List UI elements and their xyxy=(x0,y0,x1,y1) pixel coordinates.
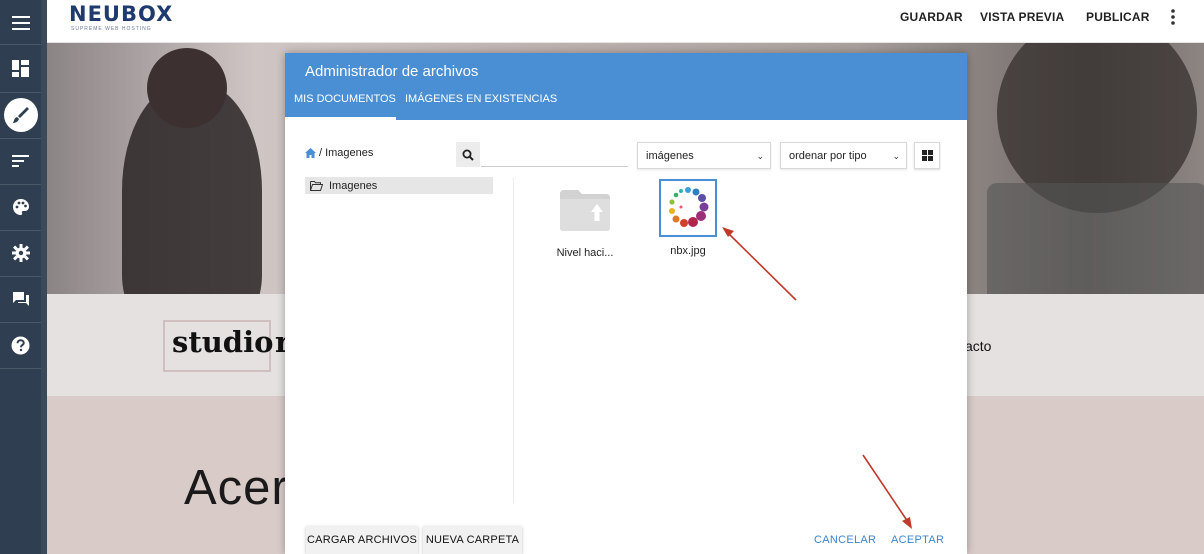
folder-tree-label: Imagenes xyxy=(329,179,378,192)
theme-button[interactable] xyxy=(0,184,41,230)
tab-my-documents[interactable]: MIS DOCUMENTOS xyxy=(294,93,396,105)
accept-button[interactable]: ACEPTAR xyxy=(891,534,944,546)
menu-icon xyxy=(11,16,30,30)
logo: NEUBOX SUPREME WEB HOSTING xyxy=(69,2,173,32)
dialog-header: Administrador de archivos MIS DOCUMENTOS… xyxy=(285,53,967,120)
logo-text: NEUBOX xyxy=(69,2,174,26)
design-button[interactable] xyxy=(0,92,41,138)
sort-select-value: ordenar por tipo xyxy=(789,149,867,162)
home-icon[interactable] xyxy=(305,148,316,158)
file-manager-dialog: Administrador de archivos MIS DOCUMENTOS… xyxy=(285,53,967,554)
preview-button[interactable]: VISTA PREVIA xyxy=(980,10,1064,24)
file-name: nbx.jpg xyxy=(670,245,706,257)
chevron-down-icon: ⌄ xyxy=(892,151,900,161)
search-button[interactable] xyxy=(456,142,480,167)
settings-button[interactable] xyxy=(0,230,41,276)
breadcrumb-separator: / xyxy=(319,147,323,159)
folder-open-icon xyxy=(310,180,323,191)
help-button[interactable] xyxy=(0,322,41,368)
folder-tree-item[interactable]: Imagenes xyxy=(305,177,493,194)
active-tab-indicator xyxy=(285,117,396,120)
upload-files-button[interactable]: CARGAR ARCHIVOS xyxy=(306,526,418,554)
brush-icon xyxy=(12,107,29,123)
rail-divider xyxy=(0,368,41,369)
site-logo-text: studio xyxy=(172,325,274,359)
palette-icon xyxy=(12,199,29,215)
search-input[interactable] xyxy=(481,142,628,167)
more-options-button[interactable] xyxy=(1170,9,1176,30)
left-rail xyxy=(0,0,47,554)
dashboard-icon xyxy=(12,59,29,77)
active-indicator xyxy=(3,98,38,132)
grid-view-icon xyxy=(921,150,933,161)
breadcrumb-current: Imagenes xyxy=(325,147,374,159)
logo-tagline: SUPREME WEB HOSTING xyxy=(71,26,152,32)
search-icon xyxy=(462,149,474,161)
content-button[interactable] xyxy=(0,138,41,184)
publish-button[interactable]: PUBLICAR xyxy=(1086,10,1150,24)
more-vert-icon xyxy=(1171,9,1175,25)
site-nav-link-fragment: acto xyxy=(965,338,992,354)
dialog-title: Administrador de archivos xyxy=(305,63,479,80)
grid-view-button[interactable] xyxy=(914,142,940,169)
help-icon xyxy=(11,336,30,354)
file-item-folder-up[interactable]: Nivel haci... xyxy=(550,181,620,259)
folder-up-icon xyxy=(556,181,614,239)
image-thumbnail xyxy=(659,179,717,237)
chevron-down-icon: ⌄ xyxy=(756,151,764,161)
file-type-select-value: imágenes xyxy=(646,149,694,162)
file-type-select[interactable]: imágenes ⌄ xyxy=(637,142,771,169)
breadcrumb: / Imagenes xyxy=(305,147,373,159)
tab-stock-images[interactable]: IMÁGENES EN EXISTENCIAS xyxy=(405,93,557,105)
file-item-image[interactable]: nbx.jpg xyxy=(653,179,723,257)
save-button[interactable]: GUARDAR xyxy=(900,10,963,24)
sort-select[interactable]: ordenar por tipo ⌄ xyxy=(780,142,907,169)
menu-button[interactable] xyxy=(0,0,41,46)
sort-icon xyxy=(12,155,29,167)
new-folder-button[interactable]: NUEVA CARPETA xyxy=(423,526,522,554)
cancel-button[interactable]: CANCELAR xyxy=(814,534,876,546)
dashboard-button[interactable] xyxy=(0,45,41,91)
top-bar: NEUBOX SUPREME WEB HOSTING GUARDAR VISTA… xyxy=(47,0,1204,43)
gear-icon xyxy=(11,244,30,262)
site-heading-fragment: Acer xyxy=(184,461,289,515)
chat-icon xyxy=(12,291,29,306)
comments-button[interactable] xyxy=(0,276,41,322)
panel-divider xyxy=(513,178,514,503)
file-name: Nivel haci... xyxy=(556,247,614,259)
